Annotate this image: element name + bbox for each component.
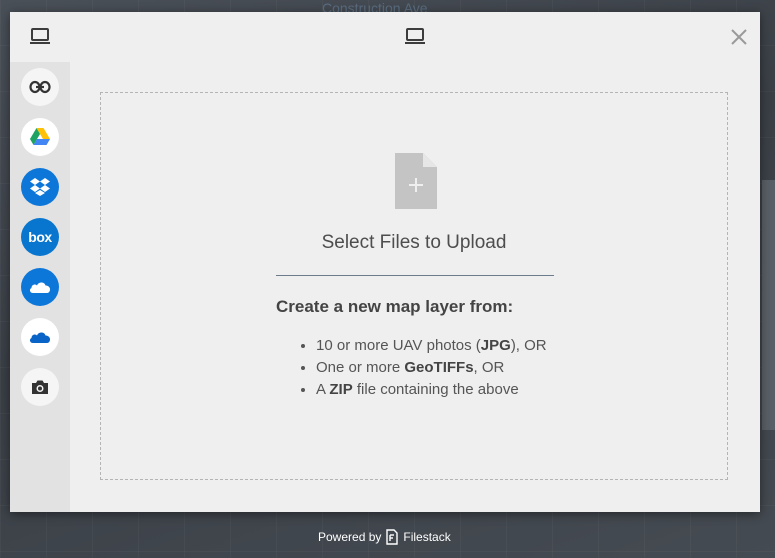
camera-icon xyxy=(32,380,48,394)
powered-by-footer[interactable]: Powered by Filestack xyxy=(318,529,451,545)
source-camera-button[interactable] xyxy=(21,368,59,406)
onedrive-business-icon xyxy=(29,332,51,343)
list-item: 10 or more UAV photos (JPG), OR xyxy=(316,335,616,357)
divider xyxy=(276,275,554,276)
source-sidebar: box xyxy=(10,62,70,512)
computer-icon[interactable] xyxy=(29,27,51,47)
filestack-brand: Filestack xyxy=(403,530,451,544)
close-icon[interactable] xyxy=(728,26,750,48)
computer-icon xyxy=(405,28,425,44)
list-item: A ZIP file containing the above xyxy=(316,379,616,401)
upload-title[interactable]: Select Files to Upload xyxy=(101,232,727,254)
box-icon: box xyxy=(28,229,52,245)
source-google-drive-button[interactable] xyxy=(21,118,59,156)
dropbox-icon xyxy=(30,178,50,196)
google-drive-icon xyxy=(30,128,50,145)
source-dropbox-button[interactable] xyxy=(21,168,59,206)
list-item: One or more GeoTIFFs, OR xyxy=(316,357,616,379)
backdrop-panel-edge xyxy=(762,180,775,430)
filestack-logo-icon xyxy=(386,529,399,545)
powered-by-text: Powered by xyxy=(318,530,382,544)
source-onedrive-button[interactable] xyxy=(21,268,59,306)
source-box-button[interactable]: box xyxy=(21,218,59,256)
instructions-list: 10 or more UAV photos (JPG), OR One or m… xyxy=(276,335,616,401)
source-link-button[interactable] xyxy=(21,68,59,106)
modal-header xyxy=(10,12,760,62)
file-add-icon xyxy=(395,153,437,209)
upload-instructions: Create a new map layer from: 10 or more … xyxy=(276,297,616,401)
link-icon xyxy=(29,80,51,94)
file-picker-modal: box Select Files to Upload Create a new … xyxy=(10,12,760,512)
upload-dropzone[interactable]: Select Files to Upload Create a new map … xyxy=(100,92,728,480)
instructions-heading: Create a new map layer from: xyxy=(276,297,514,316)
source-onedrive-business-button[interactable] xyxy=(21,318,59,356)
onedrive-icon xyxy=(29,282,51,293)
